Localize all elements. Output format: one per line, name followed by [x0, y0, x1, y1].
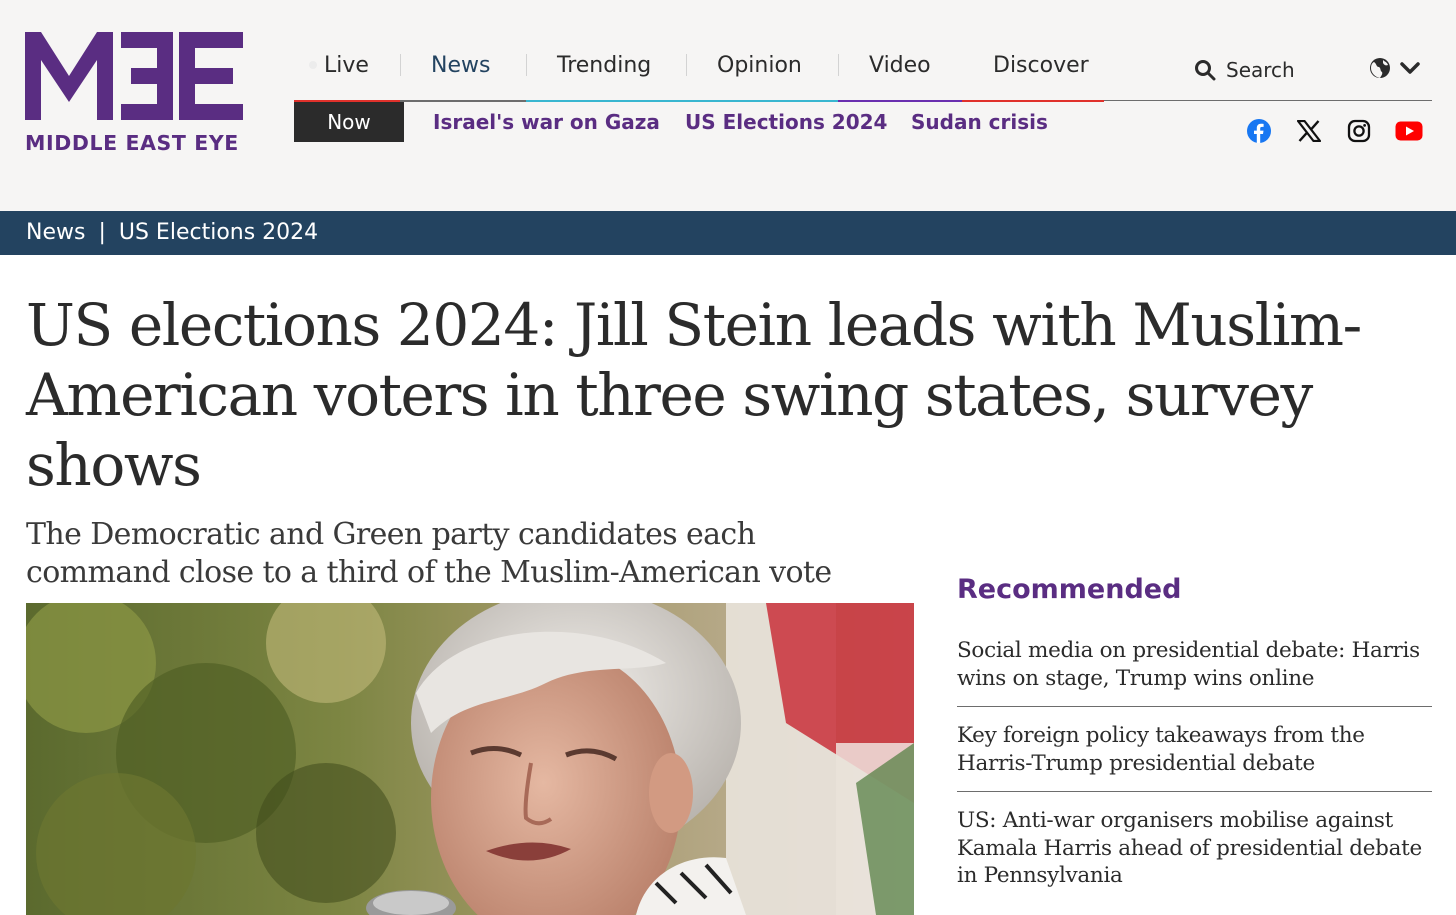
facebook-icon	[1247, 119, 1271, 143]
language-selector[interactable]	[1368, 55, 1424, 83]
recommended-item[interactable]: Social media on presidential debate: Har…	[957, 637, 1432, 706]
main-nav: Live News Trending Opinion Video Discove…	[294, 46, 1180, 102]
breadcrumb-topic[interactable]: US Elections 2024	[119, 220, 318, 245]
instagram-link[interactable]	[1344, 116, 1374, 146]
nav-video[interactable]: Video	[838, 46, 962, 102]
nav-news[interactable]: News	[400, 46, 526, 102]
nav-live[interactable]: Live	[294, 46, 400, 102]
topic-link-us-elections[interactable]: US Elections 2024	[685, 102, 887, 142]
recommended-title: Recommended	[957, 574, 1182, 605]
nav-discover[interactable]: Discover	[962, 46, 1104, 102]
nav-live-label: Live	[324, 53, 369, 78]
section-band: News | US Elections 2024	[0, 211, 1456, 255]
article-headline: US elections 2024: Jill Stein leads with…	[26, 291, 1362, 499]
search-icon	[1195, 60, 1216, 81]
instagram-icon	[1347, 119, 1371, 143]
chevron-down-icon	[1400, 62, 1420, 74]
x-icon	[1297, 120, 1321, 142]
nav-opinion-label: Opinion	[717, 53, 802, 78]
search-label: Search	[1226, 58, 1295, 82]
now-badge[interactable]: Now	[294, 102, 404, 142]
hero-photo	[26, 603, 914, 915]
search-button[interactable]: Search	[1194, 56, 1295, 84]
nav-underline	[1104, 100, 1432, 101]
breadcrumb-separator: |	[98, 220, 106, 245]
logo-wordmark: MIDDLE EAST EYE	[25, 131, 239, 155]
youtube-link[interactable]	[1394, 116, 1424, 146]
nav-opinion[interactable]: Opinion	[686, 46, 838, 102]
nav-trending[interactable]: Trending	[526, 46, 686, 102]
breadcrumb: News | US Elections 2024	[26, 211, 318, 255]
youtube-icon	[1395, 121, 1423, 141]
site-logo[interactable]: MIDDLE EAST EYE	[25, 30, 245, 158]
globe-icon	[1370, 58, 1390, 78]
nav-trending-label: Trending	[557, 53, 652, 78]
facebook-link[interactable]	[1244, 116, 1274, 146]
nav-video-label: Video	[869, 53, 931, 78]
recommended-item[interactable]: US: Anti-war organisers mobilise against…	[957, 792, 1432, 890]
live-indicator-icon	[309, 61, 317, 69]
article-standfirst: The Democratic and Green party candidate…	[26, 517, 832, 590]
x-link[interactable]	[1294, 116, 1324, 146]
logo-mark	[25, 32, 243, 120]
nav-news-label: News	[431, 53, 491, 78]
nav-discover-label: Discover	[993, 53, 1089, 78]
breadcrumb-section[interactable]: News	[26, 220, 85, 245]
hero-image	[26, 603, 914, 915]
topic-link-gaza[interactable]: Israel's war on Gaza	[433, 102, 660, 142]
topic-link-sudan[interactable]: Sudan crisis	[911, 102, 1048, 142]
recommended-item[interactable]: Key foreign policy takeaways from the Ha…	[957, 707, 1432, 791]
site-header: MIDDLE EAST EYE Live News Trending Opini…	[0, 0, 1456, 211]
recommended-list: Social media on presidential debate: Har…	[957, 637, 1432, 890]
